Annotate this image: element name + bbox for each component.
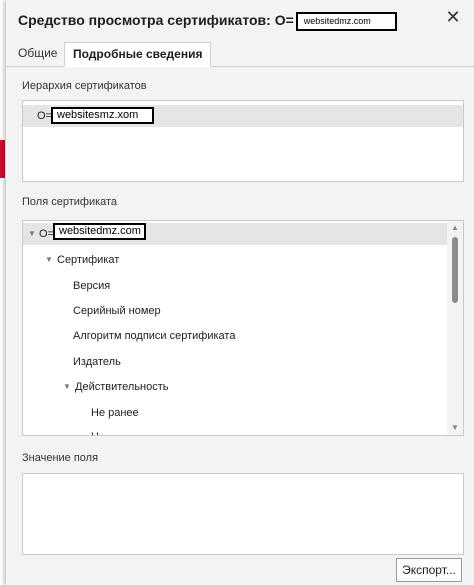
field-not-before[interactable]: Не ранее bbox=[23, 402, 447, 424]
expand-triangle-icon[interactable]: ▼ bbox=[28, 229, 36, 238]
hierarchy-item-prefix: O= bbox=[37, 110, 52, 122]
field-label: Издатель bbox=[73, 356, 121, 368]
scroll-down-arrow-icon[interactable]: ▼ bbox=[447, 421, 463, 435]
field-label: Алгоритм подписи сертификата bbox=[73, 330, 236, 342]
field-label: Действительность bbox=[75, 381, 169, 393]
field-certificate[interactable]: ▼ Сертификат bbox=[23, 249, 447, 271]
field-issuer[interactable]: Издатель bbox=[23, 351, 447, 373]
field-label: Сертификат bbox=[57, 254, 120, 266]
tab-general[interactable]: Общие bbox=[10, 42, 65, 65]
scroll-thumb[interactable] bbox=[452, 237, 458, 303]
field-root-redaction: websitedmz.com bbox=[53, 223, 146, 240]
dialog-title: Средство просмотра сертификатов: O= websi… bbox=[18, 12, 397, 31]
tab-details[interactable]: Подробные сведения bbox=[64, 42, 212, 67]
hierarchy-tree[interactable]: O= websitesmz.xom bbox=[22, 100, 464, 182]
field-label: Н bbox=[91, 431, 99, 435]
scroll-up-arrow-icon[interactable]: ▲ bbox=[447, 221, 463, 235]
field-label: Не ранее bbox=[91, 407, 139, 419]
field-root[interactable]: ▼ O= websitedmz.com bbox=[23, 223, 447, 245]
expand-triangle-icon[interactable]: ▼ bbox=[63, 382, 71, 391]
hierarchy-item-redaction: websitesmz.xom bbox=[51, 107, 155, 124]
export-button[interactable]: Экспорт... bbox=[396, 558, 462, 582]
background-accent-mark bbox=[0, 140, 5, 178]
field-version[interactable]: Версия bbox=[23, 275, 447, 297]
field-label: Версия bbox=[73, 280, 111, 292]
title-redaction-box: websitedmz.com bbox=[295, 12, 397, 31]
field-value-box[interactable] bbox=[22, 473, 464, 555]
expand-triangle-icon[interactable]: ▼ bbox=[45, 255, 53, 264]
hierarchy-label: Иерархия сертификатов bbox=[22, 80, 147, 92]
fields-tree[interactable]: ▼ O= websitedmz.com ▼ Сертификат Версия … bbox=[22, 220, 464, 436]
fields-scrollbar[interactable]: ▲ ▼ bbox=[447, 221, 463, 435]
tab-bar: Общие Подробные сведения bbox=[6, 42, 474, 67]
close-button[interactable]: ✕ bbox=[442, 6, 464, 28]
title-bar: Средство просмотра сертификатов: O= websi… bbox=[6, 0, 474, 40]
field-not-after[interactable]: Н bbox=[23, 426, 447, 435]
field-validity[interactable]: ▼ Действительность bbox=[23, 376, 447, 398]
field-signature-algorithm[interactable]: Алгоритм подписи сертификата bbox=[23, 325, 447, 347]
field-label: Серийный номер bbox=[73, 305, 161, 317]
fields-label: Поля сертификата bbox=[22, 196, 118, 208]
field-serial-number[interactable]: Серийный номер bbox=[23, 300, 447, 322]
certificate-viewer-dialog: Средство просмотра сертификатов: O= websi… bbox=[6, 0, 474, 585]
dialog-title-text: Средство просмотра сертификатов: O= bbox=[18, 12, 294, 29]
field-root-prefix: O= bbox=[39, 228, 54, 240]
hierarchy-item[interactable]: O= websitesmz.xom bbox=[23, 105, 463, 127]
field-value-label: Значение поля bbox=[22, 452, 99, 464]
